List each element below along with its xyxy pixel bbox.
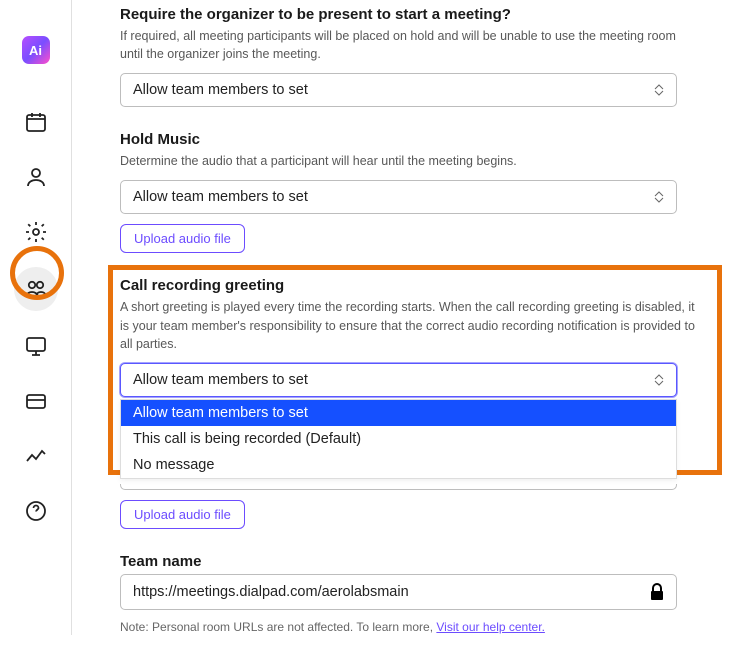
greeting-covered-select[interactable] (120, 484, 677, 490)
hold-music-select[interactable]: Allow team members to set (120, 180, 677, 214)
nav-calendar[interactable] (16, 102, 56, 142)
chevron-updown-icon (654, 374, 664, 386)
greeting-section: Call recording greeting A short greeting… (120, 277, 700, 528)
team-icon (24, 277, 48, 301)
nav-settings[interactable] (16, 212, 56, 252)
nav-display[interactable] (16, 326, 56, 366)
organizer-desc: If required, all meeting participants wi… (120, 27, 700, 63)
sidebar: Ai (0, 0, 72, 635)
nav-help[interactable] (16, 491, 56, 531)
gear-icon (24, 220, 48, 244)
team-name-input[interactable]: https://meetings.dialpad.com/aerolabsmai… (120, 574, 677, 610)
organizer-select-value: Allow team members to set (133, 82, 308, 98)
greeting-select[interactable]: Allow team members to set (120, 363, 677, 397)
nav-billing[interactable] (16, 381, 56, 421)
help-center-link[interactable]: Visit our help center. (436, 620, 545, 634)
lock-icon (648, 582, 666, 606)
calendar-icon (24, 110, 48, 134)
greeting-option-2[interactable]: No message (121, 452, 676, 478)
organizer-select[interactable]: Allow team members to set (120, 73, 677, 107)
greeting-option-0[interactable]: Allow team members to set (121, 400, 676, 426)
help-icon (24, 499, 48, 523)
card-icon (24, 389, 48, 413)
greeting-title: Call recording greeting (120, 277, 700, 294)
greeting-select-value: Allow team members to set (133, 372, 308, 388)
team-name-section: Team name https://meetings.dialpad.com/a… (120, 553, 700, 634)
note-text: Note: Personal room URLs are not affecte… (120, 620, 436, 634)
organizer-title: Require the organizer to be present to s… (120, 6, 700, 23)
monitor-icon (24, 334, 48, 358)
team-name-title: Team name (120, 553, 700, 570)
trend-icon (24, 444, 48, 468)
app-logo[interactable]: Ai (22, 36, 50, 64)
team-name-value: https://meetings.dialpad.com/aerolabsmai… (133, 584, 409, 600)
greeting-option-1[interactable]: This call is being recorded (Default) (121, 426, 676, 452)
team-name-note: Note: Personal room URLs are not affecte… (120, 620, 700, 634)
greeting-select-wrapper: Allow team members to set Allow team mem… (120, 363, 700, 397)
hold-music-section: Hold Music Determine the audio that a pa… (120, 131, 700, 253)
hold-music-desc: Determine the audio that a participant w… (120, 152, 700, 170)
nav-user[interactable] (16, 157, 56, 197)
nav-analytics[interactable] (16, 436, 56, 476)
hold-music-upload-button[interactable]: Upload audio file (120, 224, 245, 253)
main-content: Require the organizer to be present to s… (120, 6, 700, 658)
greeting-desc: A short greeting is played every time th… (120, 298, 700, 352)
organizer-section: Require the organizer to be present to s… (120, 6, 700, 107)
greeting-upload-button[interactable]: Upload audio file (120, 500, 245, 529)
nav-team[interactable] (14, 267, 58, 311)
chevron-updown-icon (654, 191, 664, 203)
user-icon (24, 165, 48, 189)
greeting-dropdown: Allow team members to set This call is b… (120, 399, 677, 479)
hold-music-select-value: Allow team members to set (133, 189, 308, 205)
hold-music-title: Hold Music (120, 131, 700, 148)
chevron-updown-icon (654, 84, 664, 96)
